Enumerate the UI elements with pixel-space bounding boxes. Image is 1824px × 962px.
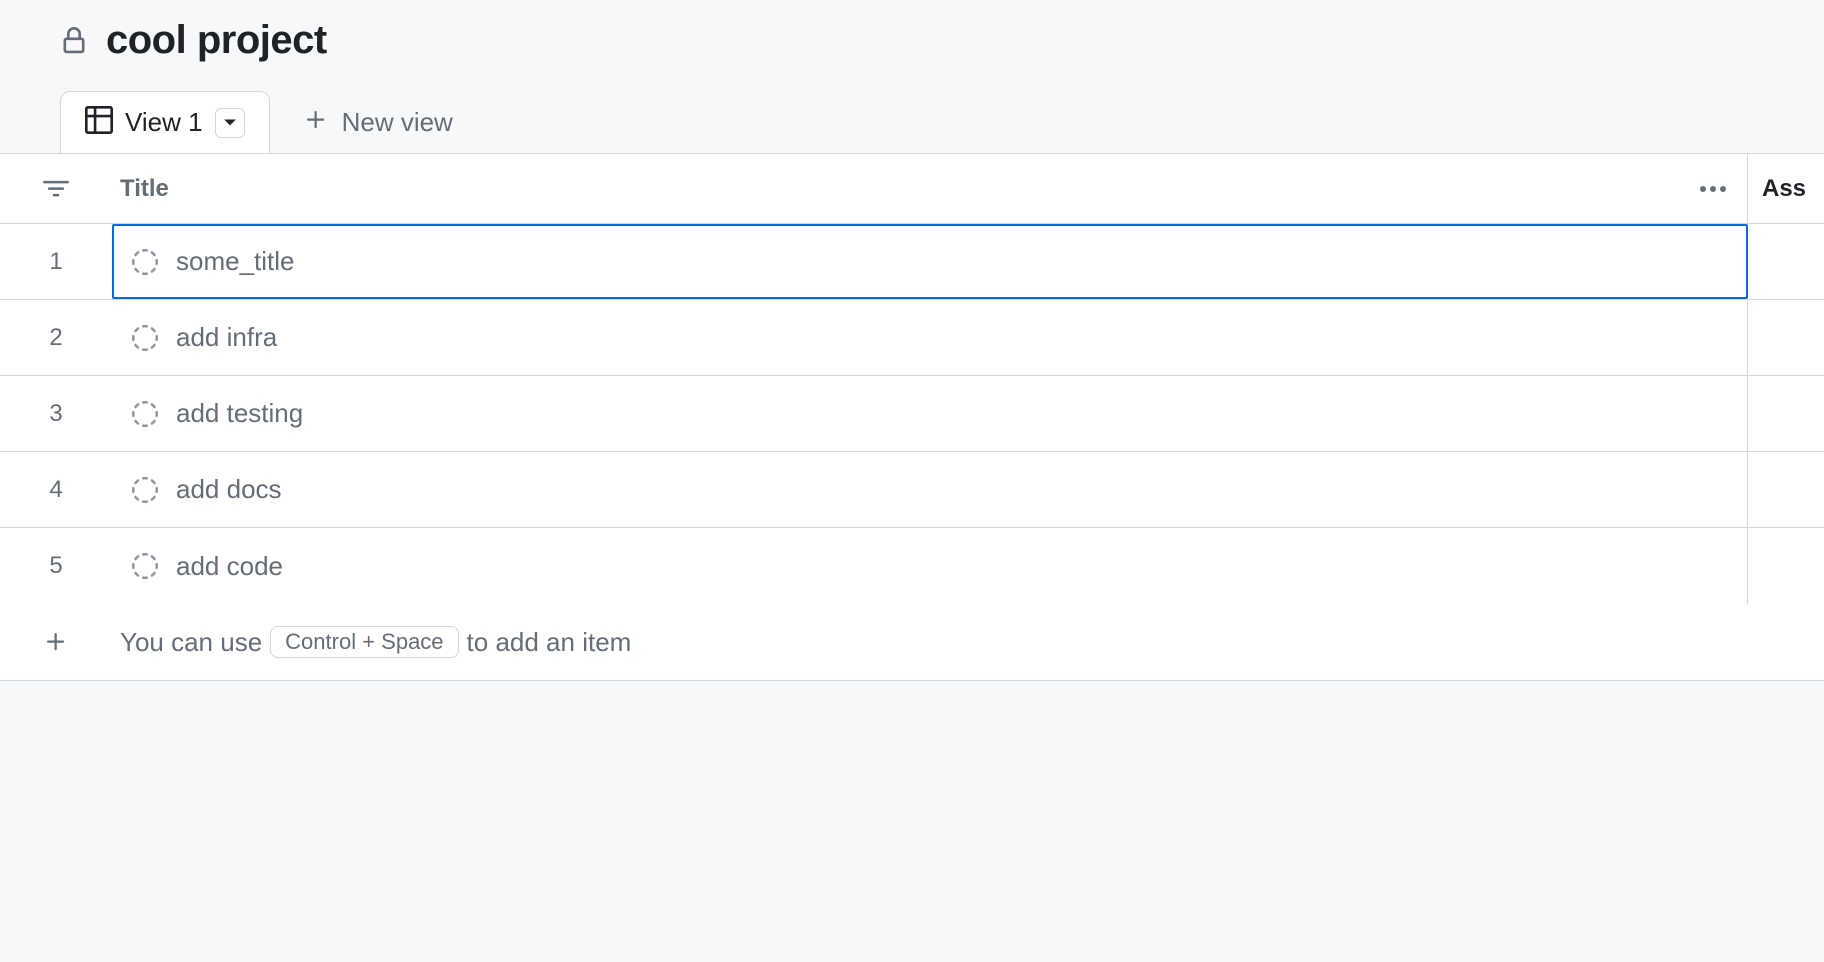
table-header-row: Title Ass bbox=[0, 154, 1824, 224]
title-cell[interactable]: add docs bbox=[112, 452, 1748, 527]
add-item-button[interactable] bbox=[0, 630, 112, 654]
project-title[interactable]: cool project bbox=[106, 18, 327, 63]
add-item-row: You can use Control + Space to add an it… bbox=[0, 604, 1824, 680]
new-view-label: New view bbox=[342, 107, 453, 138]
row-number[interactable]: 1 bbox=[0, 248, 112, 276]
column-title-label: Title bbox=[120, 175, 169, 203]
new-view-button[interactable]: New view bbox=[286, 91, 471, 153]
row-title: add infra bbox=[176, 322, 277, 353]
column-title-more-button[interactable] bbox=[1695, 176, 1731, 202]
draft-issue-icon bbox=[132, 553, 158, 579]
project-table: Title Ass 1 some_title 2 add infra 3 add test… bbox=[0, 153, 1824, 681]
add-hint-kbd: Control + Space bbox=[270, 626, 458, 658]
table-icon bbox=[85, 106, 113, 139]
filter-button[interactable] bbox=[0, 176, 112, 202]
draft-issue-icon bbox=[132, 249, 158, 275]
add-hint-pre: You can use bbox=[120, 627, 262, 658]
plus-icon bbox=[304, 108, 328, 137]
table-row: 5 add code bbox=[0, 528, 1824, 604]
row-title: some_title bbox=[176, 246, 295, 277]
project-header: cool project bbox=[0, 0, 1824, 63]
tab-view-1[interactable]: View 1 bbox=[60, 91, 270, 153]
draft-issue-icon bbox=[132, 401, 158, 427]
row-number[interactable]: 2 bbox=[0, 324, 112, 352]
row-number[interactable]: 4 bbox=[0, 476, 112, 504]
draft-issue-icon bbox=[132, 325, 158, 351]
title-cell[interactable]: add infra bbox=[112, 300, 1748, 375]
column-header-title[interactable]: Title bbox=[112, 154, 1748, 223]
column-assignees-label: Ass bbox=[1762, 175, 1806, 203]
row-title: add docs bbox=[176, 474, 282, 505]
tab-label: View 1 bbox=[125, 107, 203, 138]
caret-down-icon bbox=[223, 118, 237, 128]
row-title: add testing bbox=[176, 398, 303, 429]
plus-icon bbox=[44, 630, 68, 654]
table-row: 2 add infra bbox=[0, 300, 1824, 376]
kebab-horizontal-icon bbox=[1699, 185, 1727, 193]
row-title: add code bbox=[176, 551, 283, 582]
add-item-hint[interactable]: You can use Control + Space to add an it… bbox=[112, 626, 631, 658]
table-row: 4 add docs bbox=[0, 452, 1824, 528]
tabs-row: View 1 New view bbox=[0, 63, 1824, 153]
table-row: 1 some_title bbox=[0, 224, 1824, 300]
draft-issue-icon bbox=[132, 477, 158, 503]
row-number[interactable]: 3 bbox=[0, 400, 112, 428]
column-header-assignees[interactable]: Ass bbox=[1748, 175, 1824, 203]
title-cell[interactable]: add testing bbox=[112, 376, 1748, 451]
title-cell[interactable]: add code bbox=[112, 528, 1748, 604]
tab-options-button[interactable] bbox=[215, 108, 245, 138]
lock-icon bbox=[60, 27, 88, 55]
add-hint-post: to add an item bbox=[467, 627, 632, 658]
table-row: 3 add testing bbox=[0, 376, 1824, 452]
row-number[interactable]: 5 bbox=[0, 552, 112, 580]
filter-icon bbox=[43, 176, 69, 202]
title-cell[interactable]: some_title bbox=[112, 224, 1748, 299]
